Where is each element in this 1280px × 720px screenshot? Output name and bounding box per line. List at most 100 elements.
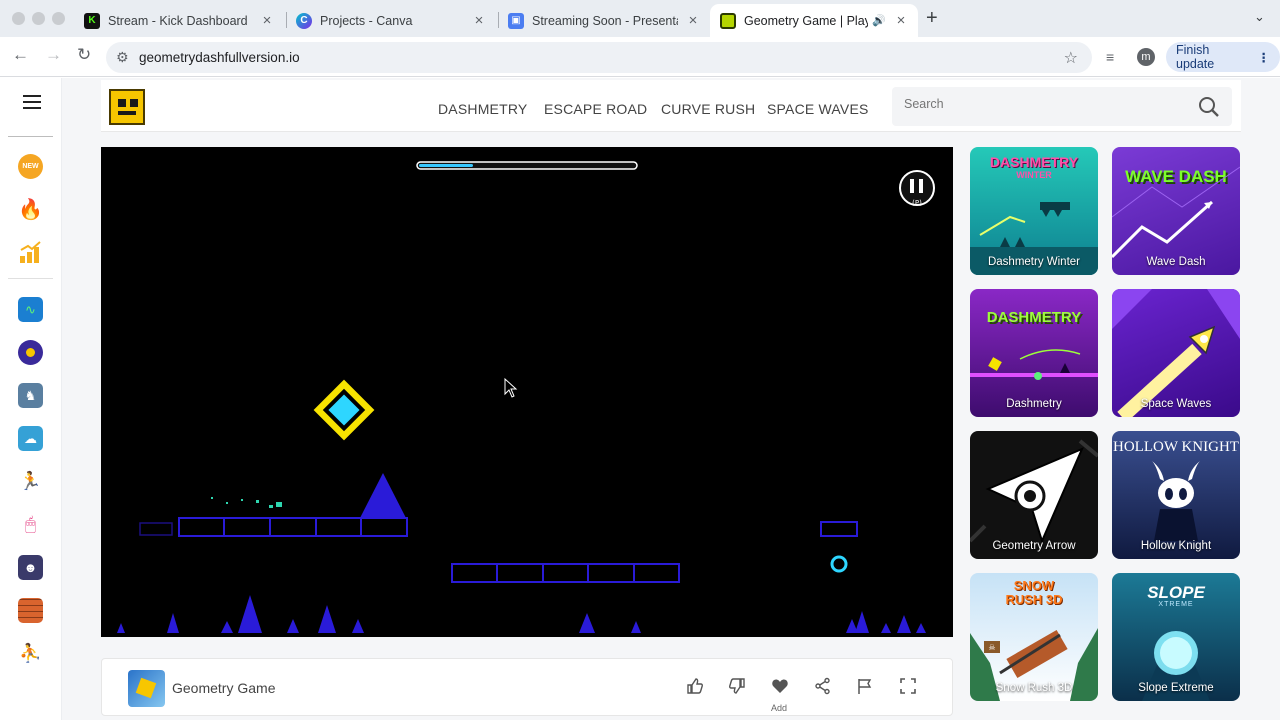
bookmark-star-icon[interactable]: ☆ xyxy=(1064,48,1078,68)
tab-search-chevron-icon[interactable]: ⌄ xyxy=(1254,9,1265,25)
forward-arrow-icon[interactable]: → xyxy=(45,45,62,65)
tab-title: Streaming Soon - Presentatio xyxy=(532,13,678,28)
faded-block xyxy=(139,522,173,536)
finish-update-button[interactable]: Finish update ⋮ xyxy=(1166,42,1280,72)
game-info-bar: Geometry Game Add xyxy=(101,658,953,716)
search-box xyxy=(892,87,1232,126)
floor-spikes xyxy=(117,595,926,633)
search-icon[interactable] xyxy=(1198,96,1220,118)
game-thumb-7[interactable]: ☻ xyxy=(18,555,43,580)
game-title: Geometry Game xyxy=(172,680,276,696)
tab-title: Projects - Canva xyxy=(320,13,413,28)
kick-icon: K xyxy=(84,12,100,29)
address-bar: ← → ↻ ⚙ geometrydashfullversion.io ☆ ≡ m… xyxy=(0,37,1280,77)
game-card-space-waves[interactable]: Space Waves xyxy=(1112,289,1240,417)
window-zoom-button[interactable] xyxy=(52,12,65,25)
game-thumb-3[interactable]: ♞ xyxy=(18,383,43,408)
nav-link-dashmetry[interactable]: DASHMETRY xyxy=(438,101,527,117)
fullscreen-icon[interactable] xyxy=(896,674,920,698)
presentation-icon: ▣ xyxy=(508,12,524,29)
page: NEW 🔥 ∿ ♞ ☁ 🏃 🖱 ☻ ⛹ DASHMETRY ESCAPE ROA… xyxy=(0,78,1280,720)
game-thumb-1[interactable]: ∿ xyxy=(18,297,43,322)
player-cube xyxy=(312,378,376,442)
game-card-geometry-arrow[interactable]: Geometry Arrow xyxy=(970,431,1098,559)
left-sidebar: NEW 🔥 ∿ ♞ ☁ 🏃 🖱 ☻ ⛹ xyxy=(0,78,62,720)
game-thumb-8[interactable] xyxy=(18,598,43,623)
geometry-game-icon xyxy=(720,12,736,29)
share-icon[interactable] xyxy=(811,674,835,698)
game-card-hollow-knight[interactable]: HOLLOW KNIGHT Hollow Knight xyxy=(1112,431,1240,559)
tab-streaming-soon[interactable]: ▣ Streaming Soon - Presentatio × xyxy=(498,4,710,37)
tab-kick-dashboard[interactable]: K Stream - Kick Dashboard × xyxy=(74,4,284,37)
favorite-heart-icon[interactable] xyxy=(768,674,792,698)
card-label: Hollow Knight xyxy=(1140,540,1212,552)
dislike-thumbs-down-icon[interactable] xyxy=(725,674,749,698)
avatar[interactable]: m xyxy=(1137,48,1155,66)
tab-title: Stream - Kick Dashboard xyxy=(108,13,248,28)
hot-icon[interactable]: 🔥 xyxy=(18,197,43,222)
sidebar-divider xyxy=(8,136,53,137)
game-thumb-5[interactable]: 🏃 xyxy=(18,469,43,494)
site-settings-icon[interactable]: ⚙ xyxy=(116,49,129,66)
card-label: Snow Rush 3D xyxy=(995,682,1073,694)
pause-button[interactable]: (P) xyxy=(899,170,935,207)
browser-tab-bar: K Stream - Kick Dashboard × C Projects -… xyxy=(0,0,1280,37)
new-tab-button[interactable]: + xyxy=(926,7,938,30)
hamburger-menu-icon[interactable] xyxy=(23,95,41,113)
kebab-menu-icon[interactable]: ⋮ xyxy=(1258,50,1271,65)
reload-icon[interactable]: ↻ xyxy=(77,45,91,65)
mouse-cursor xyxy=(504,377,518,398)
game-card-snow-rush-3d[interactable]: SNOW RUSH 3D ☠ Snow Rush 3D xyxy=(970,573,1098,701)
game-card-dashmetry-winter[interactable]: DASHMETRY WINTER Dashmetry Winter xyxy=(970,147,1098,275)
new-icon[interactable]: NEW xyxy=(18,154,43,179)
site-logo[interactable] xyxy=(109,89,145,125)
level-progress-fill xyxy=(419,164,473,167)
card-label: Space Waves xyxy=(1140,398,1212,410)
like-thumbs-up-icon[interactable] xyxy=(683,674,707,698)
window-close-button[interactable] xyxy=(12,12,25,25)
trail-particles xyxy=(211,497,282,508)
card-label: Dashmetry Winter xyxy=(987,256,1081,268)
close-icon[interactable]: × xyxy=(686,12,700,29)
close-icon[interactable]: × xyxy=(260,12,274,29)
sidebar-divider xyxy=(8,278,53,279)
add-label: Add xyxy=(771,703,788,713)
url-text[interactable]: geometrydashfullversion.io xyxy=(139,50,300,65)
card-label: Wave Dash xyxy=(1146,256,1206,268)
nav-link-escape-road[interactable]: ESCAPE ROAD xyxy=(544,101,647,117)
nav-link-curve-rush[interactable]: CURVE RUSH xyxy=(661,101,755,117)
trending-icon[interactable] xyxy=(18,240,43,265)
tab-title: Geometry Game | Play Ge xyxy=(744,13,869,28)
tab-canva[interactable]: C Projects - Canva × xyxy=(286,4,496,37)
game-thumb-4[interactable]: ☁ xyxy=(18,426,43,451)
block-platform-middle xyxy=(451,563,680,583)
game-thumb-2[interactable] xyxy=(18,340,43,365)
tab-geometry-game[interactable]: Geometry Game | Play Ge 🔊 × xyxy=(710,4,918,37)
game-thumb-6[interactable]: 🖱 xyxy=(18,512,43,537)
media-controls-icon[interactable]: ≡ xyxy=(1106,49,1114,65)
close-icon[interactable]: × xyxy=(894,12,908,29)
back-arrow-icon[interactable]: ← xyxy=(12,45,29,65)
card-label: Geometry Arrow xyxy=(992,540,1076,552)
game-thumbnail xyxy=(128,670,165,707)
game-card-dashmetry[interactable]: DASHMETRY Dashmetry xyxy=(970,289,1098,417)
url-omnibox[interactable]: ⚙ geometrydashfullversion.io ☆ xyxy=(106,42,1092,73)
window-minimize-button[interactable] xyxy=(32,12,45,25)
speaker-icon[interactable]: 🔊 xyxy=(872,14,886,27)
game-canvas[interactable]: (P) xyxy=(101,147,953,637)
search-input[interactable] xyxy=(904,97,1174,111)
pause-hint: (P) xyxy=(912,199,922,207)
canva-icon: C xyxy=(296,12,312,29)
block-platform-left xyxy=(178,517,408,537)
site-header: DASHMETRY ESCAPE ROAD CURVE RUSH SPACE W… xyxy=(101,80,1241,132)
nav-link-space-waves[interactable]: SPACE WAVES xyxy=(767,101,869,117)
report-flag-icon[interactable] xyxy=(853,674,877,698)
card-label: Dashmetry xyxy=(1006,398,1062,410)
game-card-wave-dash[interactable]: WAVE DASH Wave Dash xyxy=(1112,147,1240,275)
block-platform-right xyxy=(820,521,858,537)
close-icon[interactable]: × xyxy=(472,12,486,29)
game-thumb-9[interactable]: ⛹ xyxy=(18,641,43,666)
jump-orb xyxy=(830,555,848,573)
spike-obstacle xyxy=(360,473,406,518)
game-card-slope-extreme[interactable]: SLOPE XTREME Slope Extreme xyxy=(1112,573,1240,701)
